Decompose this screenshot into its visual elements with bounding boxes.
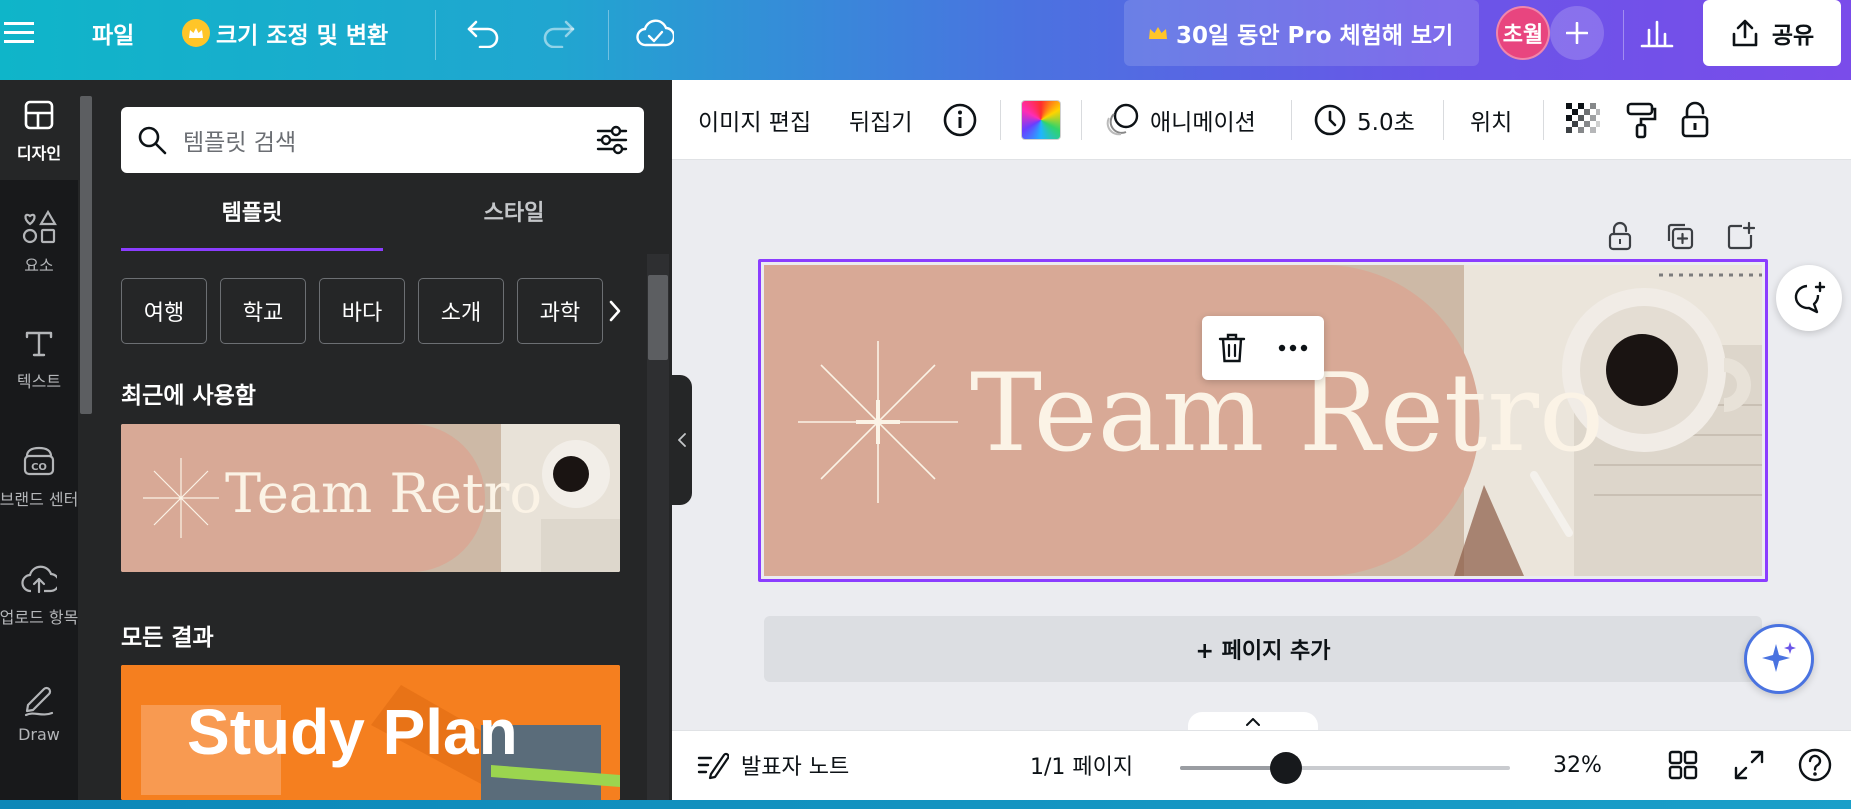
position-button[interactable]: 위치 [1470, 80, 1512, 160]
template-title-text: Team Retro [225, 462, 542, 525]
pro-trial-label: 30일 동안 Pro 체험해 보기 [1176, 23, 1454, 49]
duration-label: 5.0초 [1357, 110, 1415, 136]
panel-scrollbar[interactable] [80, 96, 92, 414]
chip-travel[interactable]: 여행 [121, 278, 207, 344]
search-icon [137, 125, 167, 155]
trash-icon[interactable] [1218, 332, 1246, 364]
color-picker-icon[interactable] [1021, 80, 1061, 160]
zoom-slider[interactable] [1180, 752, 1510, 784]
rail-item-design[interactable]: 디자인 [0, 80, 78, 180]
clock-icon [1313, 103, 1347, 137]
grid-view-icon[interactable] [1668, 730, 1698, 800]
rail-label: 디자인 [16, 144, 62, 163]
rail-item-uploads[interactable]: 업로드 항목 [0, 544, 78, 644]
undo-icon[interactable] [466, 0, 500, 66]
pro-trial-button[interactable]: 30일 동안 Pro 체험해 보기 [1124, 0, 1479, 66]
chevron-right-icon[interactable] [603, 294, 627, 328]
lock-icon[interactable] [1680, 80, 1710, 160]
insights-chart-icon[interactable] [1640, 0, 1674, 66]
presenter-notes-label: 발표자 노트 [741, 755, 850, 780]
share-icon [1730, 18, 1760, 48]
rail-item-text[interactable]: 텍스트 [0, 308, 78, 408]
animation-button[interactable]: 애니메이션 [1104, 80, 1256, 160]
collapse-panel-button[interactable] [672, 375, 692, 505]
rail-label: 텍스트 [16, 372, 62, 391]
more-options-icon[interactable] [1278, 344, 1308, 352]
presenter-notes-button[interactable]: 발표자 노트 [697, 730, 849, 800]
zoom-slider-knob[interactable] [1270, 752, 1302, 784]
notes-pencil-icon [697, 750, 729, 780]
svg-text:CO: CO [31, 462, 47, 473]
template-search-box[interactable]: 템플릿 검색 [121, 107, 644, 173]
rail-item-elements[interactable]: 요소 [0, 192, 78, 292]
rail-item-brand[interactable]: CO 브랜드 센터 [0, 426, 78, 526]
fullscreen-icon[interactable] [1734, 730, 1764, 800]
avatar[interactable]: 초월 [1496, 6, 1550, 60]
footer-strip [0, 800, 1851, 809]
rail-item-draw[interactable]: Draw [0, 662, 78, 762]
duration-button[interactable]: 5.0초 [1313, 80, 1415, 160]
recent-template-thumbnail[interactable]: Team Retro [121, 424, 620, 572]
text-icon [20, 324, 58, 362]
rail-label: Draw [18, 724, 60, 744]
invite-plus-icon[interactable] [1550, 6, 1604, 60]
tab-templates[interactable]: 템플릿 [121, 195, 383, 251]
upload-icon [20, 560, 58, 598]
add-page-icon[interactable] [1722, 218, 1758, 254]
filter-icon[interactable] [596, 125, 628, 155]
brand-icon: CO [20, 442, 58, 480]
chevron-left-icon [678, 433, 686, 447]
flip-button[interactable]: 뒤집기 [849, 80, 912, 160]
zoom-level[interactable]: 32% [1553, 730, 1602, 800]
rail-label: 업로드 항목 [0, 608, 79, 627]
crown-icon [1148, 25, 1168, 41]
file-menu-button[interactable]: 파일 [92, 0, 134, 66]
rail-label: 브랜드 센터 [0, 490, 79, 509]
left-rail: 디자인 요소 텍스트 CO 브랜드 센터 업로드 항목 Draw [0, 80, 78, 800]
paint-roller-icon[interactable] [1624, 80, 1658, 160]
cloud-saved-icon[interactable] [636, 0, 674, 66]
hamburger-icon[interactable] [4, 0, 40, 66]
show-pages-toggle[interactable] [1188, 712, 1318, 732]
resize-button[interactable]: 크기 조정 및 변환 [182, 0, 388, 66]
elements-icon [20, 208, 58, 246]
crown-icon [182, 19, 210, 47]
chip-school[interactable]: 학교 [220, 278, 306, 344]
recent-section-title: 최근에 사용함 [121, 383, 256, 409]
magic-sparkle-icon[interactable] [1744, 624, 1814, 694]
chip-intro[interactable]: 소개 [418, 278, 504, 344]
redo-icon[interactable] [542, 0, 576, 66]
study-plan-template-thumbnail[interactable]: Study Plan [121, 665, 620, 800]
search-input[interactable]: 템플릿 검색 [183, 123, 596, 157]
design-icon [20, 96, 58, 134]
results-scrollbar-thumb[interactable] [648, 275, 668, 360]
element-floating-menu [1202, 316, 1324, 380]
page-indicator[interactable]: 1/1 페이지 [1030, 730, 1133, 800]
share-button[interactable]: 공유 [1703, 0, 1841, 66]
chip-science[interactable]: 과학 [517, 278, 603, 344]
duplicate-page-icon[interactable] [1662, 218, 1698, 254]
add-page-button[interactable]: + 페이지 추가 [764, 616, 1762, 682]
animation-icon [1104, 102, 1140, 138]
tab-styles[interactable]: 스타일 [383, 195, 645, 251]
draw-icon [20, 681, 58, 719]
share-label: 공유 [1771, 23, 1815, 49]
info-icon[interactable] [942, 80, 978, 160]
design-canvas[interactable]: Team Retro [764, 265, 1762, 576]
help-icon[interactable] [1797, 730, 1833, 800]
add-comment-icon[interactable] [1776, 265, 1842, 331]
template-title-text: Study Plan [187, 696, 518, 768]
chip-sea[interactable]: 바다 [319, 278, 405, 344]
resize-label: 크기 조정 및 변환 [216, 23, 389, 49]
transparency-icon[interactable] [1566, 80, 1600, 160]
chevron-up-icon [1246, 718, 1260, 726]
edit-image-button[interactable]: 이미지 편집 [698, 80, 811, 160]
animation-label: 애니메이션 [1150, 110, 1256, 136]
lock-page-icon[interactable] [1602, 218, 1638, 254]
all-results-title: 모든 결과 [121, 625, 214, 651]
rail-label: 요소 [24, 256, 54, 275]
top-bar: 파일 크기 조정 및 변환 30일 동안 Pro 체험해 보기 초월 공유 [0, 0, 1851, 80]
